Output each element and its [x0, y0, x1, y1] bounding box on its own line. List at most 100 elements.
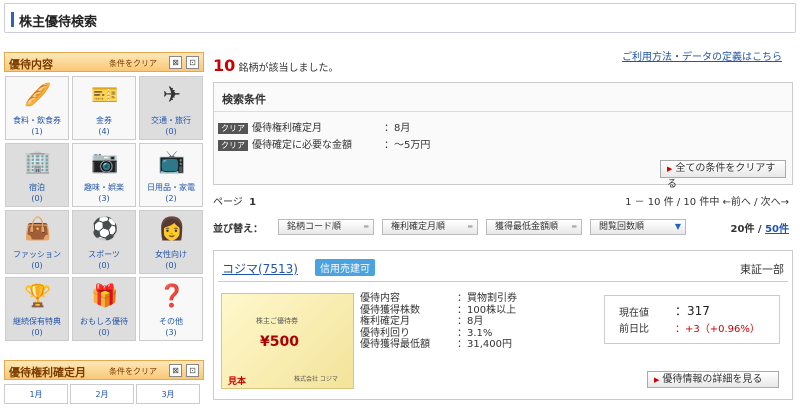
category-daily[interactable]: 📺 日用品・家電 (2) — [139, 143, 203, 207]
stock-name-link[interactable]: コジマ(7513) — [222, 260, 298, 277]
benefit-details: 優待内容 ：買物割引券 優待獲得株数 ：100株以上 権利確定月 ：8月 優待利回り ：… — [360, 293, 517, 351]
category-label: 女性向け — [155, 250, 187, 259]
question-box-icon: ❓ — [158, 284, 186, 309]
category-count: (3) — [165, 328, 177, 337]
pager: ページ 1 1 － 10 件 / 10 件中 ←前へ / 次へ→ — [213, 193, 793, 208]
category-women[interactable]: 👩 女性向け (0) — [139, 210, 203, 274]
detail-key: 優待獲得株数 — [360, 304, 420, 316]
change-value: ：+3（+0.96%） — [675, 324, 760, 335]
category-sports[interactable]: ⚽ スポーツ (0) — [72, 210, 136, 274]
divider — [214, 111, 792, 112]
detail-row: 権利確定月 ：8月 — [360, 316, 517, 328]
sort-code-button[interactable]: 銘柄コード順 — [278, 219, 374, 235]
title-accent — [11, 12, 14, 27]
category-label: 食料・飲食券 — [13, 116, 61, 125]
camera-icon: 📷 — [91, 150, 119, 175]
sort-views-button[interactable]: 閲覧回数順 — [590, 219, 686, 235]
expand-icon[interactable]: ⊡ — [186, 56, 199, 69]
category-grid: 🥖 食料・飲食券 (1) 🎫 金券 (4) ✈ 交通・旅行 (0) 🏢 宿泊 (0) 📷 趣味・娯… — [4, 76, 204, 341]
category-count: (0) — [31, 194, 43, 203]
clear-tag-button[interactable]: クリア — [218, 123, 248, 134]
clear-all-button[interactable]: 全ての条件をクリアする — [660, 160, 786, 190]
clear-conditions-link[interactable]: 条件をクリア — [109, 58, 157, 69]
voucher-image[interactable]: 株主ご優待券 ¥500 見本 株式会社 コジマ — [221, 293, 354, 389]
section-title: 優待内容 — [9, 58, 53, 71]
hotel-icon: 🏢 — [24, 150, 52, 175]
airplane-icon: ✈ — [162, 83, 182, 108]
page-label: ページ — [213, 197, 243, 208]
search-conditions: 検索条件 クリア優待権利確定月 ：8月 クリア優待確定に必要な金額 ：～5万円 全て… — [213, 82, 793, 190]
detail-key: 権利確定月 — [360, 316, 410, 327]
section-header-benefit: 優待内容 条件をクリア ⊠ ⊡ — [4, 52, 204, 72]
category-other[interactable]: ❓ その他 (3) — [139, 277, 203, 341]
sort-month-button[interactable]: 権利確定月順 — [382, 219, 478, 235]
category-count: (0) — [31, 261, 43, 270]
category-label: ファッション — [13, 250, 61, 259]
market-label: 東証一部 — [740, 263, 784, 276]
category-food[interactable]: 🥖 食料・飲食券 (1) — [5, 76, 69, 140]
margin-badge: 信用売建可 — [315, 259, 375, 276]
category-voucher[interactable]: 🎫 金券 (4) — [72, 76, 136, 140]
voucher-company: 株式会社 コジマ — [294, 376, 338, 383]
pager-range[interactable]: 1 － 10 件 / 10 件中 ←前へ / 次へ→ — [625, 193, 789, 208]
condition-value: ：8月 — [384, 123, 411, 134]
section-header-month: 優待権利確定月 条件をクリア ⊠ ⊡ — [4, 360, 204, 380]
section-title: 優待権利確定月 — [9, 366, 86, 379]
month-2[interactable]: 2月 — [70, 384, 134, 404]
detail-row: 優待獲得最低額 ：31,400円 — [360, 339, 517, 351]
ball-icon: ⚽ — [91, 217, 119, 242]
detail-value: ：31,400円 — [457, 339, 512, 350]
ticket-icon: 🎫 — [91, 83, 119, 108]
month-grid: 1月 2月 3月 — [4, 384, 204, 404]
category-count: (0) — [165, 261, 177, 270]
category-count: (1) — [31, 127, 43, 136]
view-details-button[interactable]: 優待情報の詳細を見る — [647, 371, 779, 388]
category-label: 継続保有特典 — [13, 317, 61, 326]
category-label: 日用品・家電 — [147, 183, 195, 192]
detail-row: 優待内容 ：買物割引券 — [360, 293, 517, 305]
detail-row: 優待利回り ：3.1% — [360, 328, 517, 340]
category-count: (0) — [98, 261, 110, 270]
microwave-icon: 📺 — [158, 150, 186, 175]
month-3[interactable]: 3月 — [136, 384, 200, 404]
collapse-icon[interactable]: ⊠ — [169, 56, 182, 69]
category-count: (0) — [98, 328, 110, 337]
clear-conditions-link[interactable]: 条件をクリア — [109, 366, 157, 377]
gift-icon: 🎁 — [91, 284, 119, 309]
clear-tag-button[interactable]: クリア — [218, 140, 248, 151]
result-count-text: 銘柄が該当しました。 — [238, 63, 339, 74]
detail-value: ：3.1% — [457, 327, 493, 339]
per-page-20[interactable]: 20件 — [731, 224, 755, 235]
category-label: 金券 — [96, 116, 112, 125]
category-count: (0) — [31, 328, 43, 337]
detail-value: ：8月 — [457, 316, 484, 327]
woman-icon: 👩 — [158, 217, 186, 242]
sort-amount-button[interactable]: 獲得最低金額順 — [486, 219, 582, 235]
category-count: (3) — [98, 194, 110, 203]
category-hotel[interactable]: 🏢 宿泊 (0) — [5, 143, 69, 207]
price-value: ：317 — [675, 304, 710, 318]
category-label: 趣味・娯楽 — [84, 183, 124, 192]
category-label: 交通・旅行 — [151, 116, 191, 125]
category-hobby[interactable]: 📷 趣味・娯楽 (3) — [72, 143, 136, 207]
collapse-icon[interactable]: ⊠ — [169, 364, 182, 377]
help-link[interactable]: ご利用方法・データの定義はこちら — [622, 48, 782, 63]
detail-row: 優待獲得株数 ：100株以上 — [360, 305, 517, 317]
result-card: コジマ(7513) 信用売建可 東証一部 株主ご優待券 ¥500 見本 株式会社… — [213, 250, 793, 400]
category-fashion[interactable]: 👜 ファッション (0) — [5, 210, 69, 274]
voucher-sample-stamp: 見本 — [228, 377, 247, 387]
detail-key: 優待獲得最低額 — [360, 339, 430, 350]
sort-label: 並び替え： — [213, 224, 263, 235]
page-number: 1 — [249, 197, 257, 208]
page-title-bar: 株主優待検索 — [4, 3, 796, 33]
category-travel[interactable]: ✈ 交通・旅行 (0) — [139, 76, 203, 140]
expand-icon[interactable]: ⊡ — [186, 364, 199, 377]
month-1[interactable]: 1月 — [4, 384, 68, 404]
category-count: (0) — [165, 127, 177, 136]
condition-value: ：～5万円 — [384, 140, 431, 151]
category-long-term[interactable]: 🏆 継続保有特典 (0) — [5, 277, 69, 341]
price-label: 現在値 — [619, 308, 649, 319]
category-unique[interactable]: 🎁 おもしろ優待 (0) — [72, 277, 136, 341]
per-page-50[interactable]: 50件 — [765, 224, 789, 235]
page-title: 株主優待検索 — [19, 15, 98, 30]
